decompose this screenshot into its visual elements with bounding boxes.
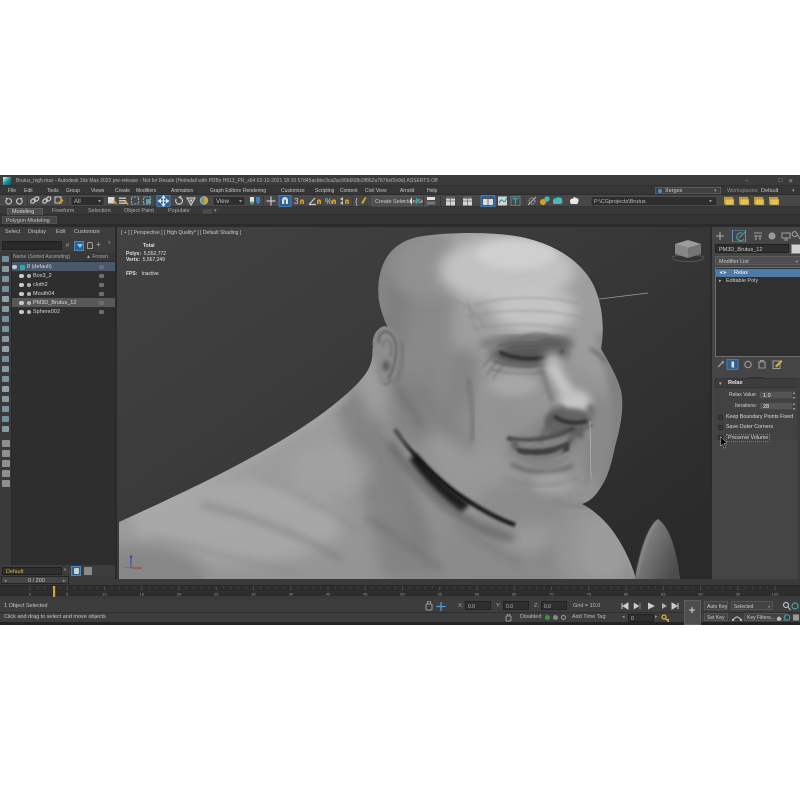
svg-text:85: 85: [661, 592, 666, 597]
svg-text:20: 20: [177, 592, 182, 597]
svg-text:P:\CGprojects\Brutus: P:\CGprojects\Brutus: [594, 199, 646, 205]
svg-text:75: 75: [587, 592, 592, 597]
svg-text:50: 50: [400, 592, 405, 597]
svg-text:80: 80: [624, 592, 629, 597]
svg-text:70: 70: [549, 592, 554, 597]
svg-text:35: 35: [289, 592, 294, 597]
svg-text:0: 0: [29, 592, 32, 597]
svg-text:10: 10: [102, 592, 107, 597]
svg-text:100: 100: [772, 592, 779, 597]
svg-text:90: 90: [698, 592, 703, 597]
svg-text:45: 45: [363, 592, 368, 597]
svg-text:30: 30: [251, 592, 256, 597]
svg-text:View: View: [216, 199, 230, 205]
svg-text:15: 15: [140, 592, 145, 597]
svg-text:60: 60: [475, 592, 480, 597]
svg-text:5: 5: [66, 592, 69, 597]
svg-text:25: 25: [214, 592, 219, 597]
svg-text:55: 55: [438, 592, 443, 597]
svg-text:3: 3: [294, 196, 299, 206]
svg-text:95: 95: [736, 592, 741, 597]
svg-text:%: %: [325, 197, 332, 206]
svg-text:40: 40: [326, 592, 331, 597]
svg-text:{: {: [355, 197, 358, 206]
svg-text:65: 65: [512, 592, 517, 597]
svg-text:All: All: [74, 199, 81, 205]
